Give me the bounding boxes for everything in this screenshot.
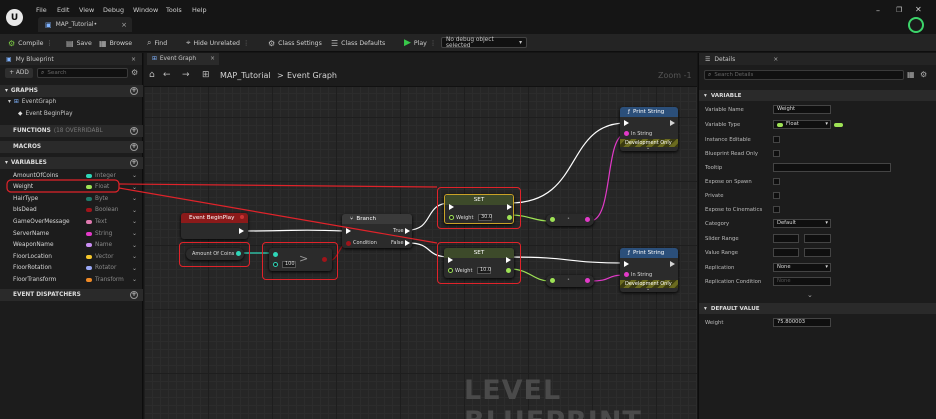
variable-type-select[interactable]: Float ▾ xyxy=(773,120,831,129)
variable-type-value: Float xyxy=(786,121,799,127)
prop-instance-editable: Instance Editable xyxy=(699,133,936,147)
prop-bp-read-only: Blueprint Read Only xyxy=(699,147,936,161)
slider-range-label: Slider Range xyxy=(705,236,739,242)
replication-label: Replication xyxy=(705,265,735,271)
value-range-label: Value Range xyxy=(705,250,739,256)
private-checkbox[interactable] xyxy=(773,192,780,199)
chevron-down-icon: ▾ xyxy=(825,121,828,127)
replication-condition-select[interactable]: None xyxy=(773,277,831,286)
details-tab[interactable]: ☰ Details × xyxy=(699,53,936,65)
category-label: Category xyxy=(705,221,730,227)
private-label: Private xyxy=(705,193,724,199)
unreal-editor: U File Edit View Debug Window Tools Help… xyxy=(0,0,936,419)
search-icon: ⌕ xyxy=(708,71,712,78)
prop-replication: Replication None ▾ xyxy=(699,261,936,275)
expose-spawn-checkbox[interactable] xyxy=(773,178,780,185)
tooltip-field[interactable] xyxy=(773,163,891,172)
details-icon: ☰ xyxy=(705,55,711,63)
replication-select[interactable]: None ▾ xyxy=(773,263,831,272)
chevron-down-icon: ▾ xyxy=(704,92,707,99)
variable-name-field[interactable]: Weight xyxy=(773,105,831,114)
variable-section-label: VARIABLE xyxy=(710,92,742,99)
details-tab-label: Details xyxy=(714,55,736,63)
prop-replication-condition: Replication Condition None xyxy=(699,275,936,289)
grid-view-icon[interactable]: ▦ xyxy=(907,70,915,79)
variable-section[interactable]: ▾ VARIABLE xyxy=(699,90,936,101)
replication-condition-label: Replication Condition xyxy=(705,279,762,285)
prop-variable-name: Variable Name Weight xyxy=(699,103,936,117)
tooltip-label: Tooltip xyxy=(705,165,723,171)
value-range-min[interactable] xyxy=(773,248,799,257)
instance-editable-checkbox[interactable] xyxy=(773,136,780,143)
prop-expose-cinematics: Expose to Cinematics xyxy=(699,203,936,217)
highlight-line-to-set2 xyxy=(118,187,438,244)
chevron-down-icon: ▾ xyxy=(704,305,707,312)
details-panel: ☰ Details × ⌕ Search Details ▦ ⚙ ▾ VARIABLE … xyxy=(698,53,936,419)
slider-range-max[interactable] xyxy=(804,234,831,243)
default-value-label: DEFAULT VALUE xyxy=(710,305,760,312)
advanced-chevron-icon[interactable]: ⌄ xyxy=(807,291,813,299)
highlight-weight-variable xyxy=(6,179,120,193)
value-range-max[interactable] xyxy=(804,248,831,257)
slider-range-min[interactable] xyxy=(773,234,799,243)
variable-name-label: Variable Name xyxy=(705,107,744,113)
variable-type-label: Variable Type xyxy=(705,122,741,128)
container-type-icon[interactable] xyxy=(834,123,843,127)
instance-editable-label: Instance Editable xyxy=(705,137,751,143)
prop-slider-range: Slider Range xyxy=(699,232,936,246)
highlight-line-to-set1 xyxy=(118,183,438,188)
expose-cinematics-checkbox[interactable] xyxy=(773,206,780,213)
details-search-placeholder: Search Details xyxy=(714,72,754,78)
chevron-down-icon: ▾ xyxy=(825,264,828,270)
replication-value: None xyxy=(777,264,791,270)
default-value-section[interactable]: ▾ DEFAULT VALUE xyxy=(699,303,936,314)
float-pill-icon xyxy=(777,122,783,127)
expose-cinematics-label: Expose to Cinematics xyxy=(705,207,763,213)
bp-read-only-checkbox[interactable] xyxy=(773,150,780,157)
settings-gear-icon[interactable]: ⚙ xyxy=(920,70,927,79)
category-value: Default xyxy=(777,220,796,226)
close-icon[interactable]: × xyxy=(773,56,778,63)
bp-read-only-label: Blueprint Read Only xyxy=(705,151,758,157)
prop-value-range: Value Range xyxy=(699,246,936,260)
default-weight-field[interactable]: 75.800003 xyxy=(773,318,831,327)
prop-private: Private xyxy=(699,189,936,203)
category-select[interactable]: Default ▾ xyxy=(773,219,831,228)
details-search[interactable]: ⌕ Search Details xyxy=(704,70,904,80)
expose-spawn-label: Expose on Spawn xyxy=(705,179,752,185)
prop-expose-spawn: Expose on Spawn xyxy=(699,175,936,189)
prop-tooltip: Tooltip xyxy=(699,161,936,175)
chevron-down-icon: ▾ xyxy=(825,220,828,226)
default-weight-label: Weight xyxy=(705,320,724,326)
prop-default-weight: Weight 75.800003 xyxy=(699,316,936,330)
prop-category: Category Default ▾ xyxy=(699,217,936,231)
prop-variable-type: Variable Type Float ▾ xyxy=(699,118,936,132)
